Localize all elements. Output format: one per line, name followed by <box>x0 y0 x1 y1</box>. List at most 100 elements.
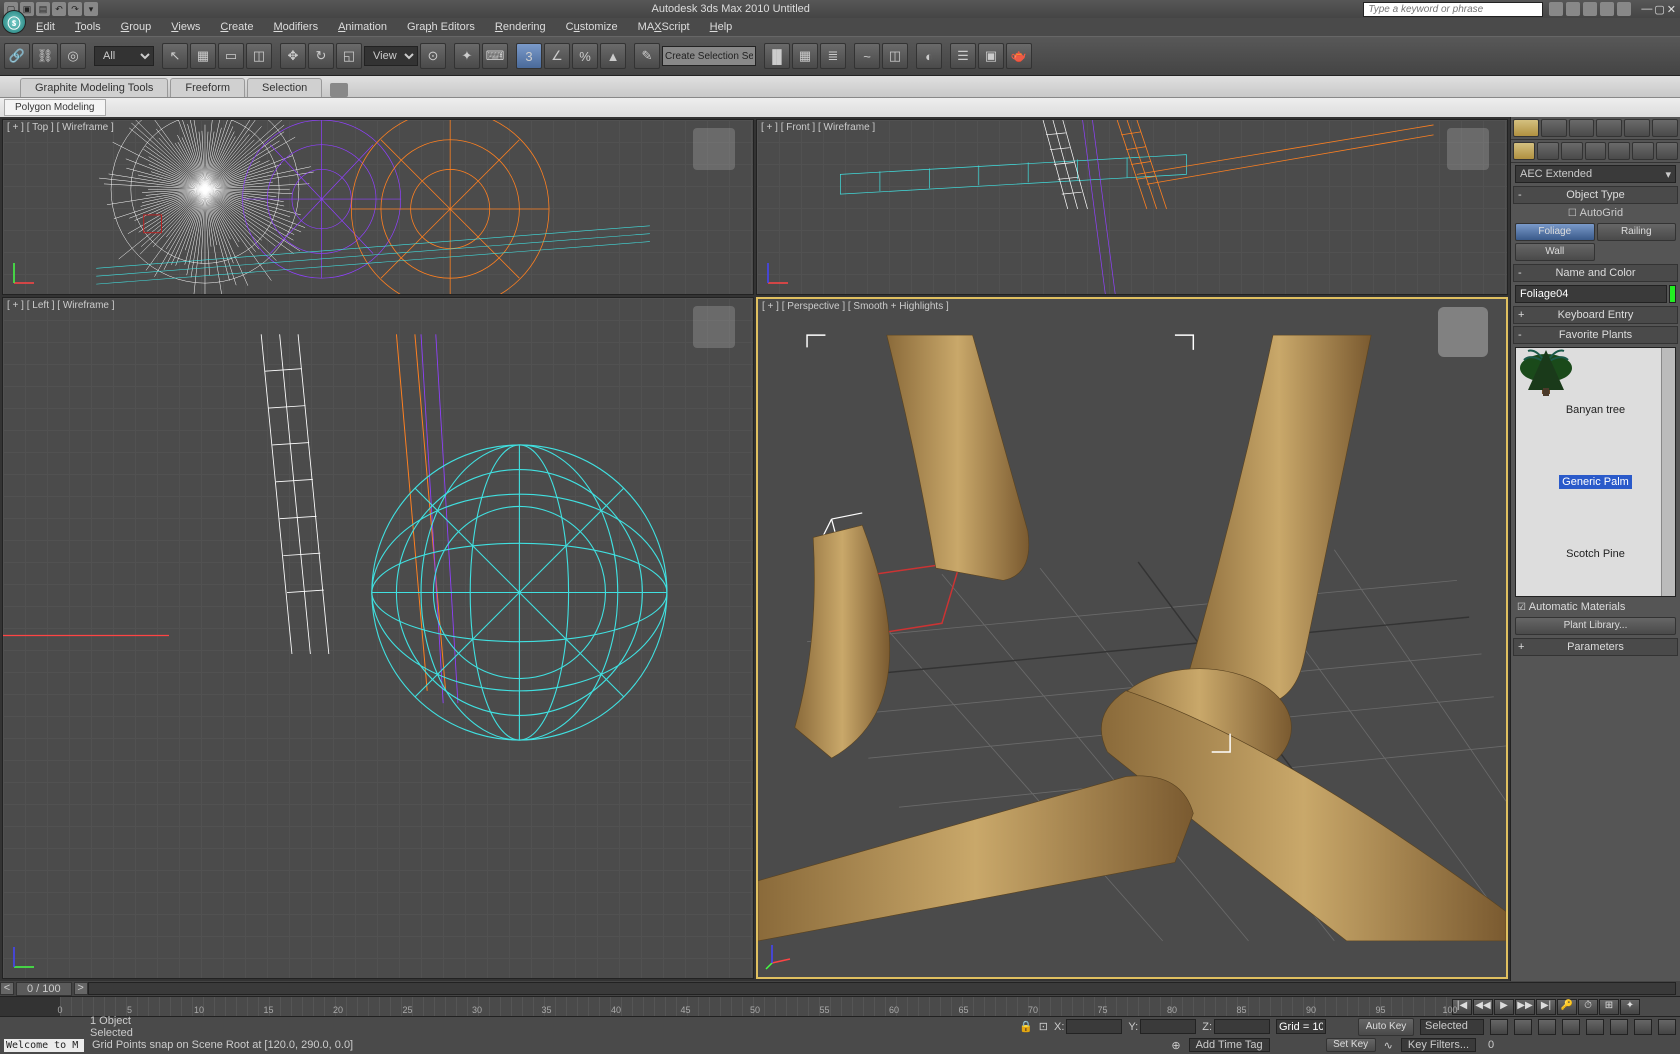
isolate-icon[interactable]: ⊡ <box>1039 1020 1048 1033</box>
nav-misc-icon[interactable] <box>1658 1019 1676 1035</box>
spinner-snap-icon[interactable]: ▲ <box>600 43 626 69</box>
z-coord-input[interactable] <box>1214 1019 1270 1034</box>
menu-modifiers[interactable]: Modifiers <box>265 19 326 35</box>
favorites-icon[interactable] <box>1600 2 1614 16</box>
railing-button[interactable]: Railing <box>1597 223 1677 241</box>
menu-tools[interactable]: Tools <box>67 19 109 35</box>
viewport-perspective[interactable]: [ + ] [ Perspective ] [ Smooth + Highlig… <box>756 297 1508 979</box>
render-icon[interactable]: 🫖 <box>1006 43 1032 69</box>
systems-cat-icon[interactable] <box>1656 142 1678 160</box>
maximize-button[interactable]: ▢ <box>1654 3 1664 16</box>
ribbon-tab-graphite[interactable]: Graphite Modeling Tools <box>20 78 168 97</box>
align-icon[interactable]: ▦ <box>792 43 818 69</box>
prev-frame-icon[interactable]: ◀◀ <box>1473 999 1493 1015</box>
menu-group[interactable]: Group <box>113 19 160 35</box>
menu-rendering[interactable]: Rendering <box>487 19 554 35</box>
save-icon[interactable]: ▤ <box>36 2 50 16</box>
foliage-button[interactable]: Foliage <box>1515 223 1595 241</box>
select-region-icon[interactable]: ▭ <box>218 43 244 69</box>
select-icon[interactable]: ↖ <box>162 43 188 69</box>
named-selection-combo[interactable] <box>662 46 756 66</box>
add-time-tag-button[interactable]: Add Time Tag <box>1189 1038 1270 1052</box>
window-cross-icon[interactable]: ◫ <box>246 43 272 69</box>
sub-ribbon-polymodel[interactable]: Polygon Modeling <box>4 99 106 116</box>
autogrid-checkbox[interactable]: ☐ AutoGrid <box>1511 205 1680 221</box>
menu-animation[interactable]: Animation <box>330 19 395 35</box>
utilities-tab-icon[interactable] <box>1652 119 1678 137</box>
angle-snap-icon[interactable]: ∠ <box>544 43 570 69</box>
arc-rotate-icon[interactable] <box>1514 1019 1532 1035</box>
plant-list[interactable]: Banyan tree Generic Palm Scotch Pine <box>1515 347 1676 597</box>
time-ruler[interactable]: 0510152025303540455055606570758085909510… <box>60 997 1450 1016</box>
viewport-label-top[interactable]: [ + ] [ Top ] [ Wireframe ] <box>7 122 114 133</box>
qat-more-icon[interactable]: ▾ <box>84 2 98 16</box>
zoom-ext-icon[interactable] <box>1610 1019 1628 1035</box>
communication-icon[interactable] <box>1583 2 1597 16</box>
motion-tab-icon[interactable] <box>1596 119 1622 137</box>
pivot-icon[interactable]: ⊙ <box>420 43 446 69</box>
auto-materials-checkbox[interactable]: ☑ Automatic Materials <box>1511 599 1680 615</box>
viewcube-front[interactable] <box>1447 128 1489 170</box>
zoom-all-icon[interactable] <box>1562 1019 1580 1035</box>
key-mode-icon[interactable]: 🔑 <box>1557 999 1577 1015</box>
schematic-icon[interactable]: ◫ <box>882 43 908 69</box>
goto-end-icon[interactable]: ▶| <box>1536 999 1556 1015</box>
application-menu-button[interactable]: ⓢ <box>2 10 26 34</box>
move-icon[interactable]: ✥ <box>280 43 306 69</box>
rollout-object-type[interactable]: -Object Type <box>1513 186 1678 204</box>
subcategory-combo[interactable]: AEC Extended▾ <box>1515 165 1676 183</box>
undo-icon[interactable]: ↶ <box>52 2 66 16</box>
close-button[interactable]: ✕ <box>1667 3 1676 16</box>
plant-list-scrollbar[interactable] <box>1661 348 1675 596</box>
create-tab-icon[interactable] <box>1513 119 1539 137</box>
play-icon[interactable]: ▶ <box>1494 999 1514 1015</box>
modify-tab-icon[interactable] <box>1541 119 1567 137</box>
help-search-input[interactable] <box>1363 2 1543 17</box>
ribbon-tab-freeform[interactable]: Freeform <box>170 78 245 97</box>
nav2-icon[interactable]: ✦ <box>1620 999 1640 1015</box>
rollout-parameters[interactable]: +Parameters <box>1513 638 1678 656</box>
comm-center-icon[interactable]: ⊕ <box>1171 1039 1180 1052</box>
nav1-icon[interactable]: ⊞ <box>1599 999 1619 1015</box>
ribbon-tab-selection[interactable]: Selection <box>247 78 322 97</box>
wall-button[interactable]: Wall <box>1515 243 1595 261</box>
geometry-cat-icon[interactable] <box>1513 142 1535 160</box>
curve-editor-icon[interactable]: ~ <box>854 43 880 69</box>
key-tangent-icon[interactable]: ∿ <box>1384 1039 1393 1052</box>
keyfilters-button[interactable]: Key Filters... <box>1401 1038 1476 1052</box>
zoom-icon[interactable] <box>1538 1019 1556 1035</box>
shapes-cat-icon[interactable] <box>1537 142 1559 160</box>
search-submit-icon[interactable] <box>1549 2 1563 16</box>
current-frame-spinner[interactable]: 0 <box>1484 1039 1498 1051</box>
pan-icon[interactable] <box>1490 1019 1508 1035</box>
ribbon-toggle-icon[interactable] <box>330 83 348 97</box>
rollout-favorite-plants[interactable]: -Favorite Plants <box>1513 326 1678 344</box>
display-tab-icon[interactable] <box>1624 119 1650 137</box>
time-slider-handle[interactable] <box>0 997 60 1016</box>
next-frame-icon[interactable]: ▶▶ <box>1515 999 1535 1015</box>
menu-maxscript[interactable]: MAXScript <box>630 19 698 35</box>
viewcube-persp[interactable] <box>1438 307 1488 357</box>
max-toggle-icon[interactable] <box>1634 1019 1652 1035</box>
track-prev-icon[interactable]: < <box>0 982 14 995</box>
helpers-cat-icon[interactable] <box>1608 142 1630 160</box>
spacewarps-cat-icon[interactable] <box>1632 142 1654 160</box>
unlink-icon[interactable]: ⛓ <box>32 43 58 69</box>
menu-help[interactable]: Help <box>702 19 741 35</box>
ref-coord-combo[interactable]: View <box>364 46 418 66</box>
rotate-icon[interactable]: ↻ <box>308 43 334 69</box>
manipulate-icon[interactable]: ✦ <box>454 43 480 69</box>
redo-icon[interactable]: ↷ <box>68 2 82 16</box>
lock-icon[interactable]: 🔒 <box>1019 1020 1033 1033</box>
percent-snap-icon[interactable]: % <box>572 43 598 69</box>
snap-toggle-icon[interactable]: 3 <box>516 43 542 69</box>
render-setup-icon[interactable]: ☰ <box>950 43 976 69</box>
link-icon[interactable]: 🔗 <box>4 43 30 69</box>
track-bar-track[interactable] <box>88 982 1676 995</box>
material-editor-icon[interactable]: ◐ <box>916 43 942 69</box>
viewport-front[interactable]: [ + ] [ Front ] [ Wireframe ] <box>756 119 1508 295</box>
plant-library-button[interactable]: Plant Library... <box>1515 617 1676 635</box>
hierarchy-tab-icon[interactable] <box>1569 119 1595 137</box>
menu-customize[interactable]: Customize <box>558 19 626 35</box>
bind-icon[interactable]: ◎ <box>60 43 86 69</box>
